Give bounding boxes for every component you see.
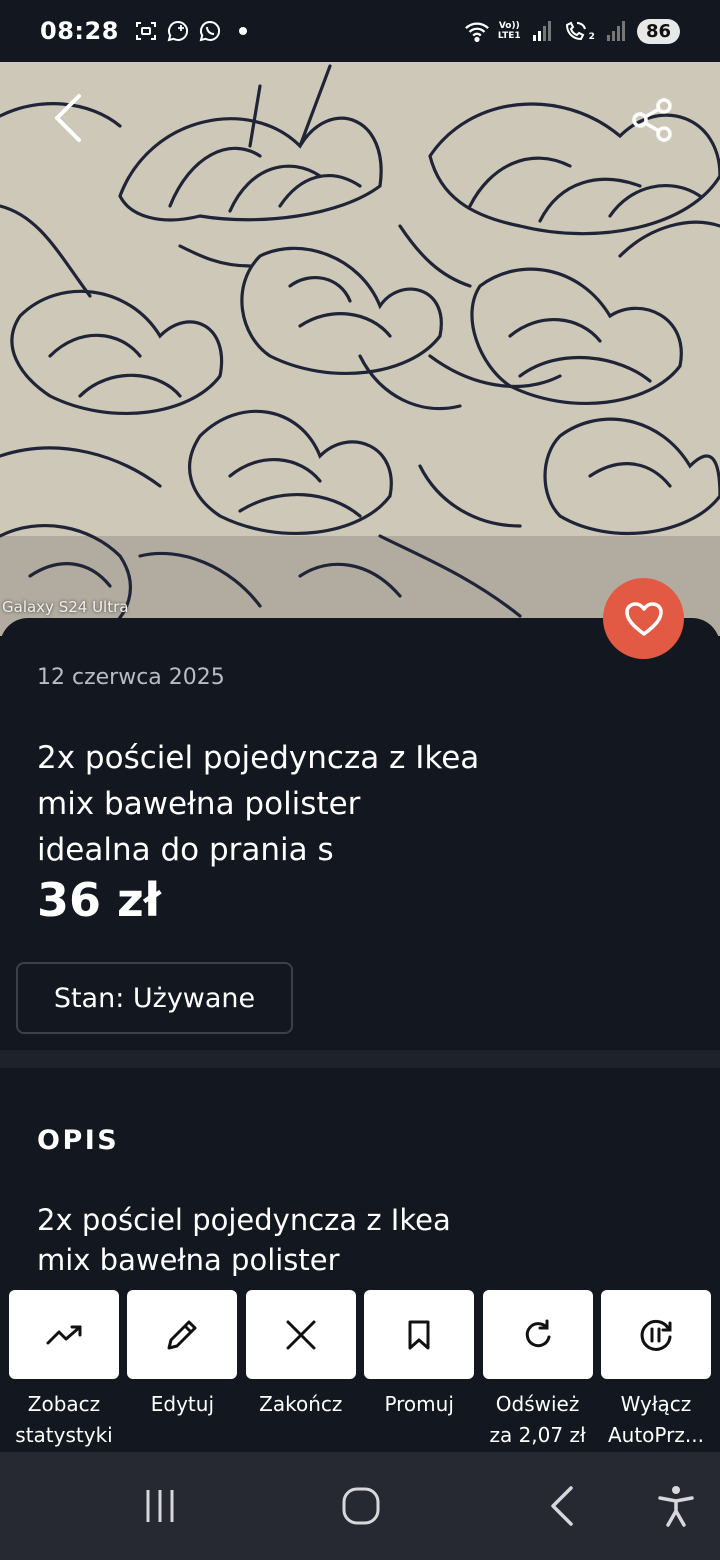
action-label-line: Edytuj [150,1392,215,1416]
accessibility-icon [658,1486,694,1527]
action-label-line: Odśwież [495,1392,580,1416]
view-stats-label: Zobacz statystyki [15,1389,112,1451]
listing-title-line: 2x pościel pojedyncza z Ikea [37,740,480,776]
listing-title: 2x pościel pojedyncza z Ikea mix bawełna… [37,735,677,873]
action-label-line: statystyki [15,1423,113,1447]
description-heading: OPIS [37,1125,120,1156]
lte-label: LTE1 [497,31,521,41]
floral-fabric-image [0,56,720,636]
listing-date: 12 czerwca 2025 [37,665,225,690]
home-icon [342,1487,380,1525]
battery-level: 86 [636,18,680,44]
action-label-line: Wyłącz [620,1392,692,1416]
section-divider [0,1050,720,1068]
status-time: 08:28 [40,17,119,45]
edit-button[interactable] [127,1290,238,1379]
product-photo[interactable]: Galaxy S24 Ultra [0,56,720,636]
back-arrow-icon [551,1486,573,1526]
promote-label: Promuj [384,1389,453,1420]
action-label-line: Zakończ [259,1392,343,1416]
chevron-left-icon [55,94,81,142]
more-notifications-dot [238,27,247,35]
pencil-icon [167,1320,197,1349]
system-icons: Vo)) LTE1 2 86 [464,18,680,44]
trending-up-icon [46,1325,82,1344]
finish-button[interactable] [245,1290,356,1379]
listing-title-line: mix bawełna polister [37,786,361,822]
wifi-icon [464,18,490,44]
share-button[interactable] [620,88,684,152]
view-stats-button[interactable] [9,1290,119,1379]
screenshot-icon [133,18,159,44]
finish-action[interactable]: Zakończ [245,1290,356,1452]
promote-action[interactable]: Promuj [364,1290,475,1452]
signal-2-icon [603,18,629,44]
action-label-line: za 2,07 zł [489,1423,586,1447]
home-button[interactable] [331,1478,391,1534]
favorite-button[interactable] [603,578,684,659]
description-text: 2x pościel pojedyncza z Ikea mix bawełna… [37,1200,677,1280]
bookmark-icon [408,1320,430,1349]
action-label-line: AutoPrz... [607,1423,704,1447]
signal-icon [529,18,555,44]
recent-apps-icon [146,1490,174,1522]
refresh-action[interactable]: Odśwież za 2,07 zł [482,1290,593,1452]
system-navigation-bar [0,1452,720,1560]
disable-auto-refresh-button[interactable] [600,1290,711,1379]
promote-button[interactable] [364,1290,475,1379]
refresh-label: Odśwież za 2,07 zł [489,1389,585,1451]
camera-watermark: Galaxy S24 Ultra [2,598,129,616]
whatsapp-business-icon [165,18,191,44]
disable-auto-refresh-action[interactable]: Wyłącz AutoPrz... [600,1290,711,1452]
finish-label: Zakończ [259,1389,342,1420]
back-button[interactable] [40,88,96,148]
action-label-line: Zobacz [27,1392,101,1416]
status-bar: 08:28 Vo)) LTE1 2 86 [0,0,720,62]
action-label-line: Promuj [384,1392,454,1416]
edit-action[interactable]: Edytuj [127,1290,238,1452]
listing-title-line: idealna do prania s [37,832,334,868]
sim2-label: 2 [588,32,595,42]
refresh-button[interactable] [482,1290,593,1379]
pause-refresh-icon [640,1319,672,1351]
heart-icon [624,601,663,636]
close-icon [286,1320,316,1349]
listing-actions-bar: Zobacz statystyki Edytuj Zakończ Promuj [0,1280,720,1452]
whatsapp-icon [197,18,223,44]
disable-auto-refresh-label: Wyłącz AutoPrz... [608,1389,704,1451]
wifi-calling-icon [563,18,589,44]
edit-label: Edytuj [151,1389,214,1420]
recent-apps-button[interactable] [130,1478,190,1534]
share-icon [632,98,672,142]
condition-chip: Stan: Używane [16,962,293,1034]
volte-indicator: Vo)) LTE1 [498,21,521,41]
notification-icons [133,18,247,44]
accessibility-button[interactable] [646,1478,706,1534]
refresh-icon [525,1319,551,1347]
listing-price: 36 zł [37,873,161,927]
system-back-button[interactable] [532,1478,592,1534]
description-line: mix bawełna polister [37,1243,340,1277]
volte-label: Vo)) [498,21,520,31]
description-line: 2x pościel pojedyncza z Ikea [37,1203,451,1237]
view-stats-action[interactable]: Zobacz statystyki [9,1290,119,1452]
